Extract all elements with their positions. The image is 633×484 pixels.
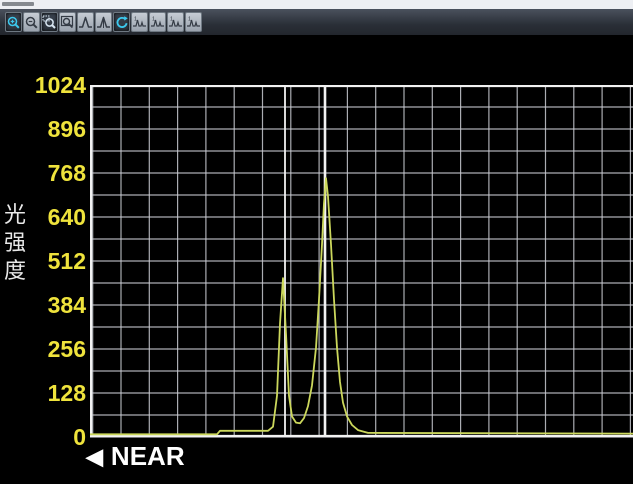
title-bar — [0, 0, 633, 9]
trace-preset-3-button[interactable]: 1 — [167, 12, 184, 32]
near-arrow-icon: ◀ — [86, 444, 103, 470]
peak-marker-icon — [96, 15, 111, 30]
svg-text:1: 1 — [134, 16, 137, 22]
y-tick-label: 256 — [18, 337, 86, 361]
zoom-full-button[interactable] — [59, 12, 76, 32]
y-tick-label: 640 — [18, 205, 86, 229]
peak-button[interactable] — [77, 12, 94, 32]
y-tick-label: 0 — [18, 425, 86, 449]
svg-text:1: 1 — [170, 16, 173, 22]
y-tick-label: 384 — [18, 293, 86, 317]
app-window: 1111 光强度 10248967686405123842561280 ◀ NE… — [0, 0, 633, 484]
zoom-in-icon — [6, 15, 21, 30]
zoom-out-button[interactable] — [23, 12, 40, 32]
y-tick-label: 896 — [18, 117, 86, 141]
y-tick-label: 512 — [18, 249, 86, 273]
y-tick-label: 768 — [18, 161, 86, 185]
near-direction-label: ◀ NEAR — [86, 441, 185, 472]
y-tick-label: 1024 — [18, 73, 86, 97]
refresh-button[interactable] — [113, 12, 130, 32]
zoom-area-button[interactable] — [41, 12, 58, 32]
waveform-icon: 1 — [150, 15, 165, 30]
svg-text:1: 1 — [152, 16, 155, 22]
refresh-icon — [114, 15, 129, 30]
window-title-text — [2, 2, 34, 6]
zoom-in-button[interactable] — [5, 12, 22, 32]
plot-svg — [90, 85, 633, 438]
svg-text:1: 1 — [188, 16, 191, 22]
near-label-text: NEAR — [111, 441, 185, 472]
waveform-icon: 1 — [132, 15, 147, 30]
trace-preset-2-button[interactable]: 1 — [149, 12, 166, 32]
trace-preset-4-button[interactable]: 1 — [185, 12, 202, 32]
zoom-area-icon — [42, 15, 57, 30]
peak-icon — [78, 15, 93, 30]
y-tick-label: 128 — [18, 381, 86, 405]
plot-area[interactable] — [90, 85, 633, 438]
toolbar: 1 1 1 1 — [0, 9, 633, 35]
peak-marker-button[interactable] — [95, 12, 112, 32]
zoom-full-icon — [60, 15, 75, 30]
trace-preset-1-button[interactable]: 1 — [131, 12, 148, 32]
waveform-icon: 1 — [168, 15, 183, 30]
zoom-out-icon — [24, 15, 39, 30]
waveform-icon: 1 — [186, 15, 201, 30]
